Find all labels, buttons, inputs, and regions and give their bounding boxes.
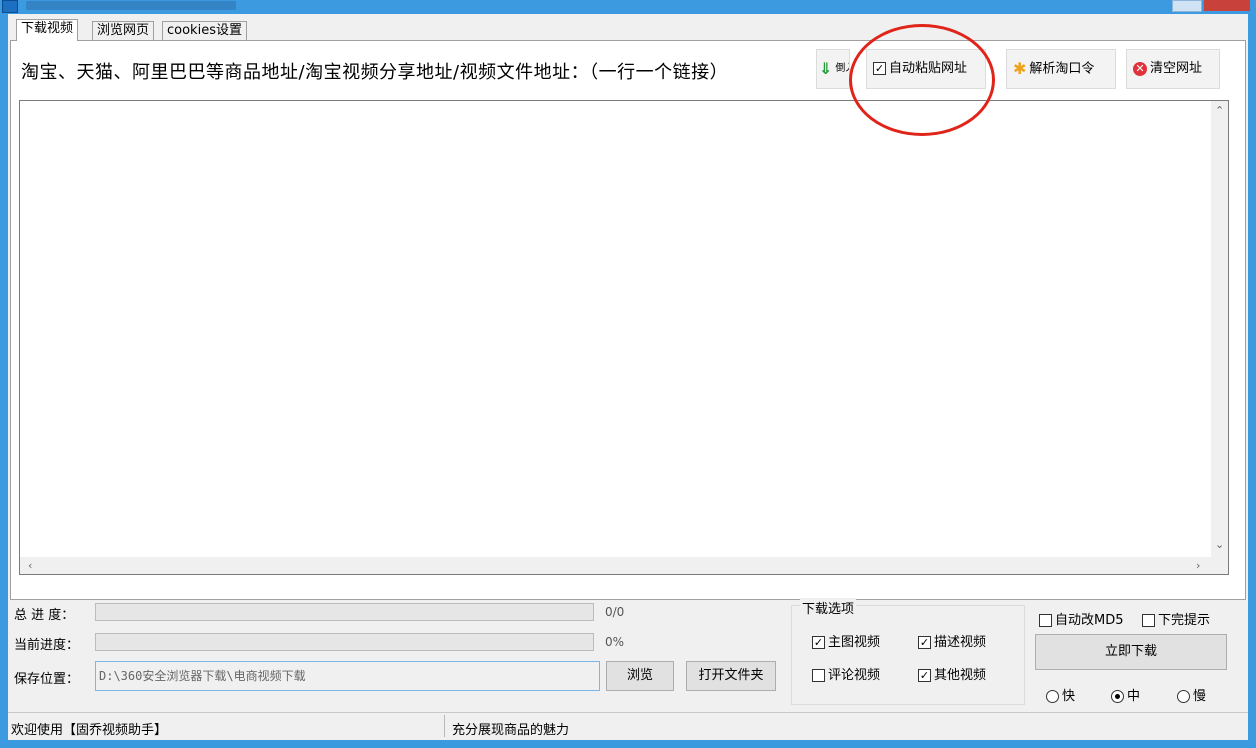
save-location-label: 保存位置： — [14, 672, 80, 687]
review-video-label: 评论视频 — [828, 668, 881, 683]
scroll-up-icon[interactable]: ⌃ — [1215, 105, 1224, 116]
speed-fast-label: 快 — [1062, 689, 1076, 704]
speed-slow-radio[interactable]: 慢 — [1177, 685, 1206, 704]
browse-button[interactable]: 浏览 — [606, 661, 674, 691]
desc-video-check[interactable]: ✓ — [918, 636, 931, 649]
import-label: 倒入 — [835, 63, 849, 74]
red-x-icon: ✕ — [1133, 61, 1147, 76]
speed-fast-radio[interactable]: 快 — [1046, 685, 1075, 704]
status-welcome: 欢迎使用【固乔视频助手】 — [11, 723, 168, 738]
status-separator — [444, 715, 445, 737]
scroll-corner — [1211, 557, 1228, 574]
done-notice-checkbox[interactable]: 下完提示 — [1142, 609, 1210, 628]
auto-md5-label: 自动改MD5 — [1055, 613, 1124, 628]
clear-label: 清空网址 — [1150, 61, 1203, 76]
speed-slow-dot[interactable] — [1177, 690, 1190, 703]
download-options-title: 下载选项 — [800, 598, 857, 617]
review-video-check[interactable] — [812, 669, 825, 682]
main-video-checkbox[interactable]: ✓ 主图视频 — [812, 631, 880, 650]
status-bar: 欢迎使用【固乔视频助手】 充分展现商品的魅力 — [8, 712, 1248, 739]
desc-video-checkbox[interactable]: ✓ 描述视频 — [918, 631, 986, 650]
scroll-down-icon[interactable]: ⌄ — [1215, 539, 1224, 550]
scroll-left-icon[interactable]: ‹ — [28, 560, 32, 571]
desc-video-label: 描述视频 — [934, 635, 987, 650]
tab-browse-web[interactable]: 浏览网页 — [92, 21, 155, 40]
save-path-field[interactable]: D:\360安全浏览器下载\电商视频下载 — [95, 661, 600, 691]
close-button[interactable] — [1204, 0, 1250, 11]
total-progress-bar — [95, 603, 594, 621]
auto-md5-checkbox[interactable]: 自动改MD5 — [1039, 609, 1124, 628]
parse-taokouling-button[interactable]: ✱ 解析淘口令 — [1006, 49, 1116, 89]
window-controls — [1160, 0, 1250, 12]
clear-urls-button[interactable]: ✕ 清空网址 — [1126, 49, 1220, 89]
open-folder-button[interactable]: 打开文件夹 — [686, 661, 776, 691]
current-progress-label: 当前进度： — [14, 638, 80, 653]
auto-paste-checkbox[interactable]: ✓ 自动粘贴网址 — [866, 49, 986, 89]
vertical-scrollbar[interactable]: ⌃ ⌄ — [1211, 101, 1228, 557]
speed-fast-dot[interactable] — [1046, 690, 1059, 703]
tab-download-video[interactable]: 下载视频 — [16, 19, 79, 41]
review-video-checkbox[interactable]: 评论视频 — [812, 664, 880, 683]
horizontal-scrollbar[interactable]: ‹ › — [20, 557, 1211, 574]
auto-md5-check[interactable] — [1039, 614, 1052, 627]
url-textarea[interactable]: ⌃ ⌄ ‹ › — [19, 100, 1229, 575]
auto-paste-check[interactable]: ✓ — [873, 62, 886, 75]
speed-medium-dot[interactable] — [1111, 690, 1124, 703]
parse-label: 解析淘口令 — [1029, 61, 1095, 77]
other-video-label: 其他视频 — [934, 668, 987, 683]
speed-medium-radio[interactable]: 中 — [1111, 685, 1140, 704]
main-video-label: 主图视频 — [828, 635, 881, 650]
other-video-checkbox[interactable]: ✓ 其他视频 — [918, 664, 986, 683]
status-slogan: 充分展现商品的魅力 — [452, 723, 570, 738]
total-progress-label: 总 进 度： — [14, 608, 75, 623]
down-arrow-icon: ⇓ — [819, 59, 833, 78]
main-video-check[interactable]: ✓ — [812, 636, 825, 649]
download-now-button[interactable]: 立即下载 — [1035, 634, 1227, 670]
asterisk-icon: ✱ — [1013, 59, 1027, 78]
other-video-check[interactable]: ✓ — [918, 669, 931, 682]
done-notice-label: 下完提示 — [1158, 613, 1211, 628]
main-window: 下载视频 浏览网页 cookies设置 淘宝、天猫、阿里巴巴等商品地址/淘宝视频… — [8, 14, 1248, 740]
total-progress-value: 0/0 — [605, 605, 625, 619]
app-icon — [2, 0, 18, 13]
tab-cookies-settings[interactable]: cookies设置 — [162, 21, 247, 40]
current-progress-value: 0% — [605, 635, 625, 649]
url-input-heading: 淘宝、天猫、阿里巴巴等商品地址/淘宝视频分享地址/视频文件地址：（一行一个链接） — [21, 62, 729, 83]
scroll-right-icon[interactable]: › — [1196, 560, 1200, 571]
current-progress-bar — [95, 633, 594, 651]
maximize-button[interactable] — [1172, 0, 1202, 12]
import-button[interactable]: ⇓倒入 — [816, 49, 850, 89]
auto-paste-label: 自动粘贴网址 — [889, 61, 968, 76]
speed-slow-label: 慢 — [1193, 689, 1207, 704]
speed-medium-label: 中 — [1127, 689, 1141, 704]
window-title-obscured — [26, 1, 236, 10]
title-bar — [0, 0, 1256, 14]
download-options-group: 下载选项 ✓ 主图视频 ✓ 描述视频 评论视频 ✓ 其他视频 — [791, 598, 1025, 705]
done-notice-check[interactable] — [1142, 614, 1155, 627]
